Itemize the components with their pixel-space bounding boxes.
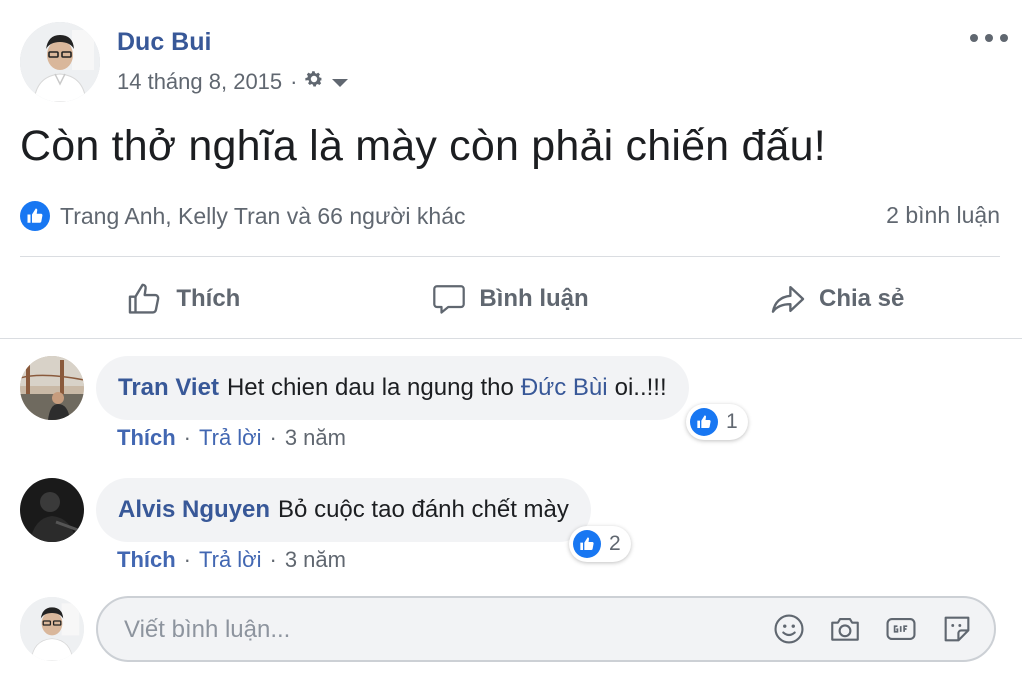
- divider: [0, 338, 1022, 339]
- comment-avatar[interactable]: [20, 356, 84, 420]
- dot-separator: ·: [183, 547, 191, 572]
- comment-author[interactable]: Tran Viet: [118, 374, 219, 402]
- comment-input[interactable]: [122, 598, 726, 662]
- share-button-label: Chia sẻ: [818, 285, 905, 312]
- comment-author[interactable]: Alvis Nguyen: [118, 496, 270, 524]
- like-button-label: Thích: [176, 285, 241, 312]
- meta-separator: ·: [290, 69, 298, 94]
- reactions-text[interactable]: Trang Anh, Kelly Tran và 66 người khác: [60, 203, 466, 230]
- comment-mention[interactable]: Đức Bùi: [521, 374, 608, 402]
- my-avatar: [20, 597, 84, 661]
- comment-avatar[interactable]: [20, 478, 84, 542]
- post-meta: 14 tháng 8, 2015 ·: [117, 68, 349, 96]
- post-author-name[interactable]: Duc Bui: [117, 28, 211, 57]
- post-actions: Thích Bình luận Chia sẻ: [20, 262, 1000, 336]
- like-button[interactable]: Thích: [20, 262, 347, 336]
- comment-time[interactable]: 3 năm: [285, 425, 346, 451]
- reactions-summary[interactable]: Trang Anh, Kelly Tran và 66 người khác: [20, 198, 466, 234]
- composer-icons: [772, 612, 974, 646]
- comment-text: Bỏ cuộc tao đánh chết mày: [278, 496, 569, 523]
- post-text: Còn thở nghĩa là mày còn phải chiến đấu!: [20, 122, 826, 170]
- dot-separator: ·: [183, 425, 191, 450]
- comment-time[interactable]: 3 năm: [285, 547, 346, 573]
- comment-button[interactable]: Bình luận: [347, 262, 674, 336]
- author-avatar[interactable]: [20, 22, 100, 102]
- thumbs-up-outline-icon: [129, 283, 160, 314]
- comment-text: Het chien dau la ngung tho: [226, 374, 514, 401]
- comment-button-label: Bình luận: [479, 285, 589, 312]
- more-dots-icon[interactable]: [970, 26, 1008, 50]
- comment-bubble-icon: [433, 285, 466, 314]
- share-arrow-icon: [771, 285, 805, 313]
- comment-actions: Thích · Trả lời · 3 năm: [117, 425, 346, 451]
- comment-count[interactable]: 2 bình luận: [886, 202, 1000, 229]
- comment-composer: [96, 596, 996, 662]
- post-date[interactable]: 14 tháng 8, 2015: [117, 69, 282, 95]
- comment-text-end: oi..!!!: [614, 374, 667, 401]
- comment-like-link[interactable]: Thích: [117, 547, 176, 573]
- comment-reaction-count[interactable]: 2: [569, 526, 631, 562]
- gif-icon[interactable]: [884, 612, 918, 646]
- comment-reply-link[interactable]: Trả lời: [199, 425, 262, 451]
- gear-icon[interactable]: [303, 68, 325, 96]
- comment-like-count: 2: [609, 532, 621, 555]
- comment-like-count: 1: [726, 410, 738, 433]
- dot-separator: ·: [269, 425, 277, 450]
- comment-like-link[interactable]: Thích: [117, 425, 176, 451]
- thumbs-up-icon: [20, 201, 50, 231]
- thumbs-up-icon: [573, 530, 601, 558]
- comment-actions: Thích · Trả lời · 3 năm: [117, 547, 346, 573]
- thumbs-up-icon: [690, 408, 718, 436]
- dot-separator: ·: [269, 547, 277, 572]
- sticker-icon[interactable]: [940, 612, 974, 646]
- share-button[interactable]: Chia sẻ: [673, 262, 1000, 336]
- comment-reply-link[interactable]: Trả lời: [199, 547, 262, 573]
- emoji-icon[interactable]: [772, 612, 806, 646]
- comment-reaction-count[interactable]: 1: [686, 404, 748, 440]
- camera-icon[interactable]: [828, 612, 862, 646]
- caret-down-icon[interactable]: [331, 69, 349, 95]
- comment-bubble: Tran Viet Het chien dau la ngung tho Đức…: [96, 356, 689, 420]
- divider: [20, 256, 1000, 257]
- comment-bubble: Alvis Nguyen Bỏ cuộc tao đánh chết mày: [96, 478, 591, 542]
